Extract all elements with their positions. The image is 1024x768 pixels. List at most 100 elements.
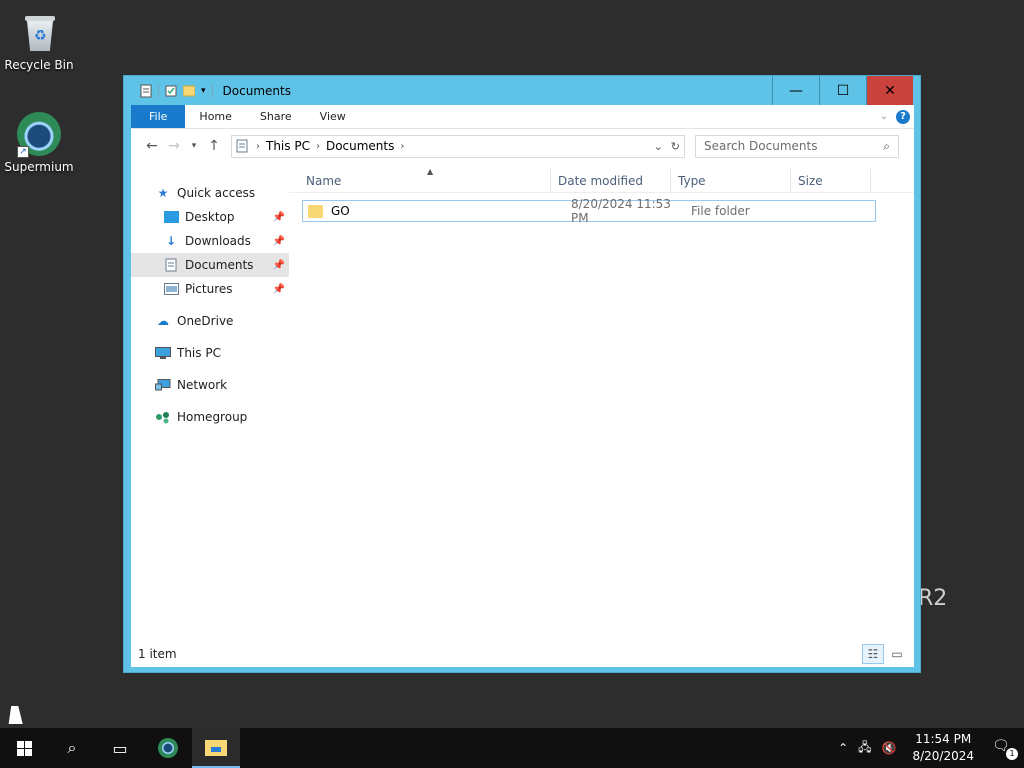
explorer-content: File Home Share View ⌄ ? ← → ▾ ↑ › This … bbox=[131, 105, 914, 667]
nav-pictures[interactable]: Pictures 📌 bbox=[131, 277, 289, 301]
clock[interactable]: 11:54 PM 8/20/2024 bbox=[912, 731, 974, 765]
notification-count: 1 bbox=[1006, 748, 1018, 760]
sort-ascending-icon: ▲ bbox=[427, 167, 434, 176]
start-button[interactable] bbox=[0, 728, 48, 768]
back-button[interactable]: ← bbox=[141, 138, 163, 154]
nav-documents[interactable]: Documents 📌 bbox=[131, 253, 289, 277]
network-icon bbox=[155, 378, 171, 392]
nav-network[interactable]: Network bbox=[131, 373, 289, 397]
shortcut-arrow-icon: ↗ bbox=[17, 146, 29, 158]
file-explorer-icon bbox=[205, 740, 227, 756]
pin-icon[interactable]: 📌 bbox=[273, 212, 285, 223]
address-dropdown-icon[interactable]: ⌄ bbox=[654, 140, 663, 153]
nav-homegroup[interactable]: Homegroup bbox=[131, 405, 289, 429]
nav-label: Homegroup bbox=[177, 410, 248, 424]
nav-desktop[interactable]: Desktop 📌 bbox=[131, 205, 289, 229]
properties-icon[interactable] bbox=[140, 84, 152, 98]
close-icon: ✕ bbox=[884, 82, 896, 99]
pin-icon[interactable]: 📌 bbox=[273, 260, 285, 271]
taskbar-supermium[interactable] bbox=[144, 728, 192, 768]
downloads-folder-icon: ↓ bbox=[165, 234, 177, 248]
navigation-pane: ★ Quick access Desktop 📌 ↓ Downloads 📌 D… bbox=[131, 163, 289, 641]
address-bar[interactable]: › This PC › Documents › ⌄ ↻ bbox=[231, 134, 685, 158]
column-type[interactable]: Type bbox=[671, 168, 791, 193]
tab-home[interactable]: Home bbox=[185, 105, 245, 128]
search-placeholder: Search Documents bbox=[704, 139, 818, 153]
column-name[interactable]: Name bbox=[289, 168, 551, 193]
minimize-button[interactable]: — bbox=[772, 76, 819, 105]
nav-label: Documents bbox=[185, 258, 254, 272]
mouse-cursor-icon bbox=[8, 706, 26, 724]
tab-share[interactable]: Share bbox=[246, 105, 306, 128]
new-folder-icon[interactable] bbox=[183, 84, 195, 98]
search-input[interactable]: Search Documents ⌕ bbox=[695, 134, 899, 158]
title-bar[interactable]: ▾ Documents — ☐ ✕ bbox=[124, 76, 920, 105]
details-view-icon[interactable]: ☷ bbox=[862, 644, 884, 664]
onedrive-icon: ☁ bbox=[157, 314, 169, 328]
search-button[interactable]: ⌕ bbox=[48, 728, 96, 768]
chevron-right-icon[interactable]: › bbox=[316, 141, 320, 152]
nav-downloads[interactable]: ↓ Downloads 📌 bbox=[131, 229, 289, 253]
supermium-icon: ↗ bbox=[17, 112, 61, 158]
desktop-icon-label: Supermium bbox=[4, 160, 74, 174]
nav-label: This PC bbox=[177, 346, 221, 360]
pin-icon[interactable]: 📌 bbox=[273, 236, 285, 247]
action-center-button[interactable]: 🗨 1 bbox=[992, 738, 1018, 760]
customize-toolbar-icon[interactable]: ▾ bbox=[201, 86, 206, 96]
folder-icon bbox=[308, 204, 323, 218]
nav-label: Network bbox=[177, 378, 228, 392]
breadcrumb-documents[interactable]: Documents bbox=[326, 139, 394, 153]
column-size[interactable]: Size bbox=[791, 168, 871, 193]
recent-locations-button[interactable]: ▾ bbox=[185, 141, 203, 151]
nav-label: Quick access bbox=[177, 186, 256, 200]
refresh-icon[interactable]: ↻ bbox=[671, 140, 680, 153]
search-icon: ⌕ bbox=[883, 138, 890, 153]
breadcrumb-this-pc[interactable]: This PC bbox=[266, 139, 310, 153]
os-watermark: R2 bbox=[918, 586, 948, 611]
volume-muted-icon[interactable]: 🔇 bbox=[882, 741, 897, 755]
nav-quick-access[interactable]: ★ Quick access bbox=[131, 181, 289, 205]
clock-date: 8/20/2024 bbox=[912, 749, 974, 763]
task-view-icon: ▭ bbox=[112, 738, 128, 758]
homegroup-icon bbox=[155, 410, 171, 424]
large-icons-view-icon[interactable]: ▭ bbox=[886, 644, 908, 664]
tab-view[interactable]: View bbox=[306, 105, 360, 128]
chevron-right-icon[interactable]: › bbox=[256, 141, 260, 152]
file-date-modified: 8/20/2024 11:53 PM bbox=[571, 197, 671, 225]
nav-this-pc[interactable]: This PC bbox=[131, 341, 289, 365]
task-view-button[interactable]: ▭ bbox=[96, 728, 144, 768]
column-headers: ▲ Name Date modified Type Size bbox=[289, 167, 914, 193]
close-button[interactable]: ✕ bbox=[866, 76, 913, 105]
up-button[interactable]: ↑ bbox=[203, 138, 225, 154]
desktop-icon-recycle-bin[interactable]: ♻ Recycle Bin bbox=[1, 10, 77, 72]
network-icon[interactable]: 🖧 bbox=[858, 738, 871, 759]
minimize-icon: — bbox=[789, 82, 803, 99]
column-date-modified[interactable]: Date modified bbox=[551, 168, 671, 193]
nav-onedrive[interactable]: ☁ OneDrive bbox=[131, 309, 289, 333]
file-name: GO bbox=[331, 204, 350, 218]
chevron-up-icon[interactable]: ⌃ bbox=[838, 741, 848, 755]
file-type: File folder bbox=[691, 204, 750, 218]
maximize-button[interactable]: ☐ bbox=[819, 76, 866, 105]
search-icon: ⌕ bbox=[67, 738, 77, 757]
recycle-bin-icon: ♻ bbox=[17, 10, 61, 54]
chevron-right-icon[interactable]: › bbox=[400, 141, 404, 152]
window-title: Documents bbox=[222, 83, 291, 98]
desktop-folder-icon bbox=[163, 210, 179, 224]
tab-file[interactable]: File bbox=[131, 105, 186, 128]
taskbar-file-explorer[interactable] bbox=[192, 728, 240, 768]
desktop-icon-supermium[interactable]: ↗ Supermium bbox=[1, 112, 77, 174]
documents-folder-icon bbox=[163, 258, 179, 272]
expand-ribbon-icon[interactable]: ⌄ bbox=[880, 111, 888, 122]
navigation-bar: ← → ▾ ↑ › This PC › Documents › ⌄ ↻ Sear… bbox=[131, 129, 914, 163]
nav-label: OneDrive bbox=[177, 314, 234, 328]
system-tray: ⌃ 🖧 🔇 11:54 PM 8/20/2024 🗨 1 bbox=[838, 731, 1024, 765]
clock-time: 11:54 PM bbox=[915, 732, 972, 746]
forward-button[interactable]: → bbox=[163, 138, 185, 154]
pin-icon[interactable]: 📌 bbox=[273, 284, 285, 295]
star-icon: ★ bbox=[157, 186, 169, 200]
help-icon[interactable]: ? bbox=[896, 109, 910, 124]
table-row[interactable]: GO 8/20/2024 11:53 PM File folder bbox=[302, 197, 876, 225]
supermium-icon bbox=[158, 738, 178, 758]
checkbox-icon[interactable] bbox=[165, 84, 177, 98]
